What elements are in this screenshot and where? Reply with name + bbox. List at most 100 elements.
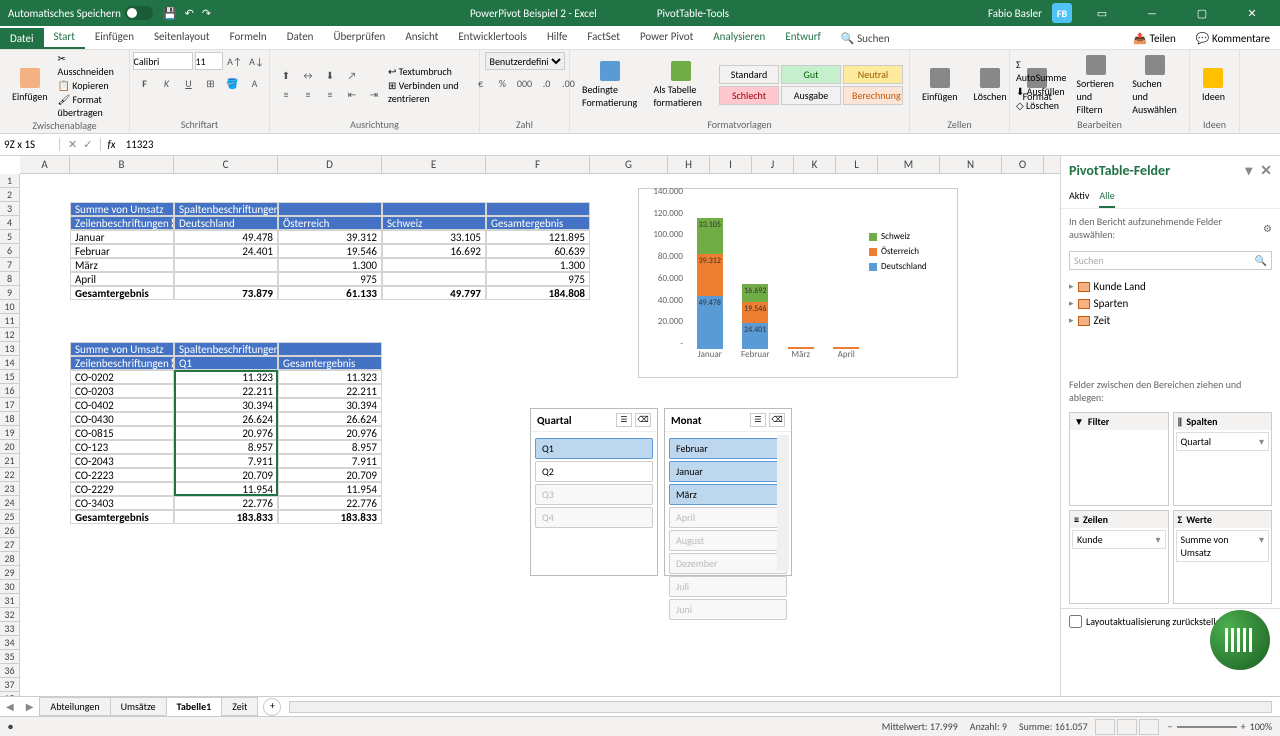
row-header[interactable]: 10 <box>0 300 19 314</box>
tab-entwurf[interactable]: Entwurf <box>775 26 831 49</box>
area-item-quartal[interactable]: Quartal <box>1176 432 1270 451</box>
style-neutral[interactable]: Neutral <box>843 65 903 84</box>
slicer-item[interactable]: Januar <box>669 461 787 482</box>
slicer-monat[interactable]: Monat ☰ ⌫ FebruarJanuarMärzAprilAugustDe… <box>664 408 792 576</box>
comma-icon[interactable]: 000 <box>515 74 535 92</box>
currency-icon[interactable]: € <box>471 74 491 92</box>
user-avatar[interactable]: FB <box>1052 3 1072 23</box>
row-header[interactable]: 28 <box>0 552 19 566</box>
clear-filter-icon[interactable]: ⌫ <box>635 413 651 427</box>
row-header[interactable]: 6 <box>0 244 19 258</box>
add-sheet-button[interactable]: + <box>263 698 281 716</box>
row-header[interactable]: 32 <box>0 608 19 622</box>
shrink-font-icon[interactable]: A↓ <box>247 52 267 70</box>
tab-power pivot[interactable]: Power Pivot <box>630 26 703 49</box>
autosum-button[interactable]: Σ AutoSumme <box>1016 58 1066 84</box>
font-color-icon[interactable]: A <box>245 74 265 92</box>
col-header[interactable]: M <box>878 156 940 173</box>
align-center-icon[interactable]: ≡ <box>298 86 318 104</box>
underline-icon[interactable]: U <box>179 74 199 92</box>
tab-aktiv[interactable]: Aktiv <box>1069 185 1089 208</box>
grow-font-icon[interactable]: A↑ <box>225 52 245 70</box>
minimize-icon[interactable]: — <box>1132 7 1172 20</box>
area-rows[interactable]: ≡ Zeilen Kunde <box>1069 510 1169 604</box>
slicer-item[interactable]: Q4 <box>535 507 653 528</box>
area-columns[interactable]: ‖ Spalten Quartal <box>1173 412 1273 506</box>
row-header[interactable]: 1 <box>0 174 19 188</box>
dec-inc-icon[interactable]: .0 <box>537 74 557 92</box>
row-header[interactable]: 26 <box>0 524 19 538</box>
copy-button[interactable]: 📋 Kopieren <box>58 79 123 92</box>
tab-ansicht[interactable]: Ansicht <box>395 26 448 49</box>
defer-layout-checkbox[interactable] <box>1069 615 1082 628</box>
row-header[interactable]: 27 <box>0 538 19 552</box>
indent-dec-icon[interactable]: ⇤ <box>342 86 362 104</box>
col-header[interactable]: F <box>486 156 590 173</box>
worksheet-area[interactable]: ABCDEFGHIJKLMNO 123456789101112131415161… <box>0 156 1060 696</box>
align-bottom-icon[interactable]: ⬇ <box>320 67 340 85</box>
col-header[interactable]: L <box>836 156 878 173</box>
col-header[interactable]: C <box>174 156 278 173</box>
view-page-icon[interactable] <box>1117 719 1137 735</box>
pivot-table-2[interactable]: Summe von Umsatz Spaltenbeschriftungen▾ … <box>70 342 382 524</box>
col-header[interactable]: I <box>710 156 752 173</box>
insert-cells-button[interactable]: Einfügen <box>916 66 964 105</box>
style-output[interactable]: Ausgabe <box>781 86 841 105</box>
row-header[interactable]: 29 <box>0 566 19 580</box>
row-header[interactable]: 30 <box>0 580 19 594</box>
row-header[interactable]: 38 <box>0 692 19 696</box>
orientation-icon[interactable]: ↗ <box>342 67 362 85</box>
clear-filter-icon[interactable]: ⌫ <box>769 413 785 427</box>
ribbon-options-icon[interactable]: ▭ <box>1082 7 1122 20</box>
cond-format-button[interactable]: Bedingte Formatierung <box>576 59 643 111</box>
row-headers[interactable]: 1234567891011121314151617181920212223242… <box>0 174 20 696</box>
tab-formeln[interactable]: Formeln <box>220 26 277 49</box>
multi-select-icon[interactable]: ☰ <box>750 413 766 427</box>
area-filter[interactable]: ▼ Filter <box>1069 412 1169 506</box>
ideas-button[interactable]: Ideen <box>1196 66 1231 105</box>
share-button[interactable]: 📤 Teilen <box>1123 28 1185 49</box>
slicer-scrollbar[interactable] <box>777 435 789 571</box>
align-left-icon[interactable]: ≡ <box>276 86 296 104</box>
delete-cells-button[interactable]: Löschen <box>968 66 1013 105</box>
sheet-tab[interactable]: Zeit <box>221 697 258 716</box>
tab-factset[interactable]: FactSet <box>577 26 630 49</box>
row-header[interactable]: 4 <box>0 216 19 230</box>
col-header[interactable]: E <box>382 156 486 173</box>
tab-einfügen[interactable]: Einfügen <box>85 26 144 49</box>
comments-button[interactable]: 💬 Kommentare <box>1186 28 1280 49</box>
col-header[interactable]: A <box>20 156 70 173</box>
multi-select-icon[interactable]: ☰ <box>616 413 632 427</box>
tab-daten[interactable]: Daten <box>277 26 324 49</box>
cancel-formula-icon[interactable]: ✕ <box>68 138 77 151</box>
fill-color-icon[interactable]: 🪣 <box>223 74 243 92</box>
autosave-switch-icon[interactable] <box>125 6 153 20</box>
slicer-item[interactable]: Q3 <box>535 484 653 505</box>
row-header[interactable]: 25 <box>0 510 19 524</box>
italic-icon[interactable]: K <box>157 74 177 92</box>
slicer-item[interactable]: März <box>669 484 787 505</box>
slicer-item[interactable]: Februar <box>669 438 787 459</box>
sheet-tab[interactable]: Abteilungen <box>39 697 110 716</box>
pivot-table-1[interactable]: Summe von Umsatz Spaltenbeschriftungen▾ … <box>70 202 590 300</box>
close-icon[interactable]: ✕ <box>1232 7 1272 20</box>
align-middle-icon[interactable]: ↔ <box>298 67 318 85</box>
gear-icon[interactable]: ⚙ <box>1263 222 1272 235</box>
sheet-tab[interactable]: Umsätze <box>110 697 167 716</box>
tab-start[interactable]: Start <box>44 26 85 49</box>
format-table-button[interactable]: Als Tabelle formatieren <box>647 59 715 111</box>
row-header[interactable]: 7 <box>0 258 19 272</box>
redo-icon[interactable]: ↷ <box>202 7 211 20</box>
clear-button[interactable]: ◇ Löschen <box>1016 99 1066 112</box>
field-item[interactable]: Kunde Land <box>1069 278 1272 295</box>
tab-entwicklertools[interactable]: Entwicklertools <box>448 26 537 49</box>
col-header[interactable]: N <box>940 156 1002 173</box>
align-top-icon[interactable]: ⬆ <box>276 67 296 85</box>
row-header[interactable]: 34 <box>0 636 19 650</box>
row-header[interactable]: 8 <box>0 272 19 286</box>
col-header[interactable]: B <box>70 156 174 173</box>
row-header[interactable]: 31 <box>0 594 19 608</box>
col-header[interactable]: D <box>278 156 382 173</box>
area-item-kunde[interactable]: Kunde <box>1072 530 1166 549</box>
format-painter-button[interactable]: 🖌 Format übertragen <box>58 93 123 119</box>
